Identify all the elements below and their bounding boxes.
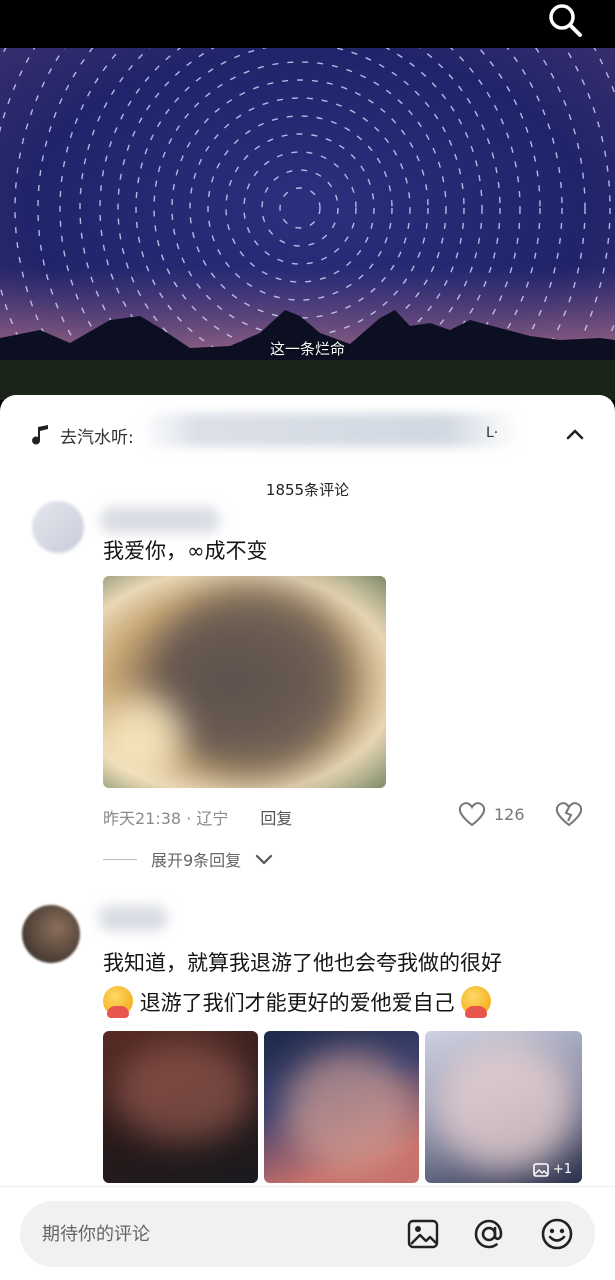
image-blur-overlay <box>113 1041 253 1141</box>
heart-icon <box>458 802 486 827</box>
comment-sheet: 去汽水听: L· 1855条评论 我爱你，∞成不变 昨天21:38 · 辽宁 回… <box>0 395 615 1280</box>
avatar[interactable] <box>22 905 80 963</box>
comment-input-box[interactable] <box>20 1201 595 1267</box>
comment-image[interactable] <box>103 576 386 788</box>
image-blur-overlay <box>153 586 353 776</box>
image-picker-button[interactable] <box>404 1215 442 1253</box>
video-caption: 这一条烂命 <box>269 340 345 358</box>
search-icon <box>549 4 582 37</box>
mention-button[interactable] <box>470 1215 508 1253</box>
reply-button[interactable]: 回复 <box>260 805 292 829</box>
close-button[interactable] <box>557 417 593 453</box>
avatar[interactable] <box>32 501 84 553</box>
dislike-button[interactable] <box>555 801 583 831</box>
comment-image[interactable]: +1 <box>425 1031 582 1183</box>
music-label: 去汽水听: <box>60 427 134 448</box>
video-background[interactable]: 这一条烂命 <box>0 48 615 400</box>
comment-time-location: 昨天21:38 · 辽宁 <box>103 809 229 828</box>
image-glow <box>103 696 183 776</box>
comment-text-line-1: 我知道，就算我退游了他也会夸我做的很好 <box>103 951 502 975</box>
comment-meta: 昨天21:38 · 辽宁 回复 <box>103 805 292 829</box>
image-blur-overlay <box>284 1051 414 1171</box>
search-button[interactable] <box>543 0 587 40</box>
expand-replies-button[interactable]: 展开9条回复 <box>103 847 273 871</box>
hugging-emoji-icon <box>461 986 492 1018</box>
at-sign-icon <box>474 1219 503 1249</box>
comment-count: 1855条评论 <box>265 481 350 499</box>
divider-line <box>103 858 137 860</box>
broken-heart-icon <box>555 802 583 827</box>
comment-text-line-2: 退游了我们才能更好的爱他爱自己 <box>103 982 492 1024</box>
gallery-icon <box>533 1162 549 1177</box>
image-icon <box>407 1219 439 1249</box>
comment-image[interactable] <box>264 1031 419 1183</box>
music-link[interactable]: 去汽水听: <box>30 423 134 448</box>
comment-item: 我爱你，∞成不变 昨天21:38 · 辽宁 回复 126 展开9条回复 <box>0 501 615 875</box>
comment-input-bar <box>0 1186 615 1280</box>
expand-replies-label: 展开9条回复 <box>151 851 242 870</box>
like-count: 126 <box>494 804 525 824</box>
like-button[interactable]: 126 <box>458 801 525 827</box>
chevron-down-icon <box>566 429 584 440</box>
username-blur <box>98 905 168 931</box>
chevron-down-icon <box>256 854 273 865</box>
image-blur-overlay <box>435 1041 575 1171</box>
top-bar <box>0 0 615 48</box>
music-note-icon <box>32 425 48 445</box>
emoji-button[interactable] <box>538 1215 576 1253</box>
more-images-count: +1 <box>552 1162 572 1177</box>
music-title-blur <box>140 413 520 447</box>
music-extra-text: L· <box>486 425 499 441</box>
smiley-icon <box>541 1218 573 1250</box>
more-images-badge: +1 <box>533 1162 572 1177</box>
comment-text: 我爱你，∞成不变 <box>103 539 268 563</box>
hugging-emoji-icon <box>103 986 133 1018</box>
comment-text-line-2-text: 退游了我们才能更好的爱他爱自己 <box>139 991 455 1015</box>
comment-input[interactable] <box>42 1215 382 1253</box>
comment-image[interactable] <box>103 1031 258 1183</box>
